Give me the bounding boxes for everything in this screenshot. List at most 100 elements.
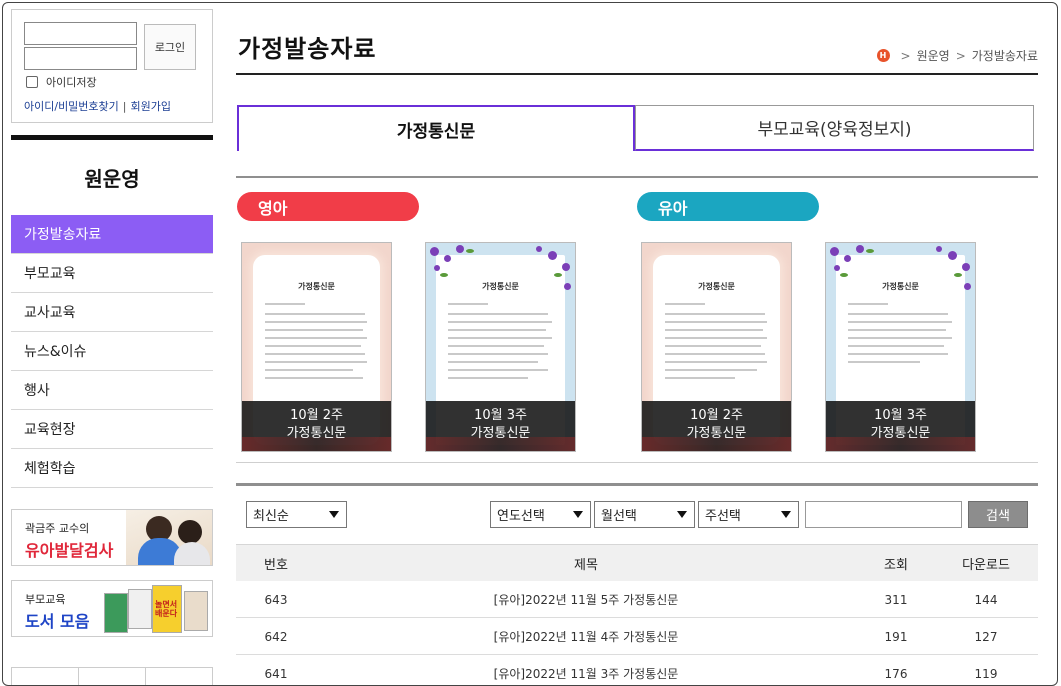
book-cover-image bbox=[128, 589, 152, 629]
card-type: 가정통신문 bbox=[470, 426, 531, 441]
thumbnail-doc-title: 가정통신문 bbox=[298, 282, 335, 291]
column-header-title: 제목 bbox=[574, 558, 598, 573]
login-links: 아이디/비밀번호찾기 | 회원가입 bbox=[24, 98, 171, 114]
table-header: 번호 제목 조회 다운로드 bbox=[236, 544, 1038, 581]
development-test-banner[interactable]: 곽금주 교수의 유아발달검사 bbox=[11, 509, 213, 566]
row-views: 176 bbox=[884, 666, 908, 681]
newsletter-card[interactable]: 가정통신문 10월 2주 가정통신문 bbox=[641, 242, 792, 452]
chevron-down-icon bbox=[573, 511, 583, 518]
card-type: 가정통신문 bbox=[870, 426, 931, 441]
sidebar-item-news[interactable]: 뉴스&이슈 bbox=[11, 332, 213, 371]
sidebar-item-education-field[interactable]: 교육현장 bbox=[11, 410, 213, 449]
card-section-divider bbox=[236, 462, 1038, 463]
card-caption: 10월 2주 가정통신문 bbox=[242, 401, 391, 451]
card-week: 10월 2주 bbox=[290, 408, 343, 423]
tab-parent-education[interactable]: 부모교육(양육정보지) bbox=[635, 105, 1034, 151]
column-header-downloads: 다운로드 bbox=[962, 558, 1010, 573]
row-downloads: 144 bbox=[974, 592, 998, 607]
password-input[interactable] bbox=[24, 47, 137, 70]
sidebar-bottom-links bbox=[11, 667, 213, 685]
month-select[interactable]: 월선택 bbox=[594, 501, 695, 528]
week-select[interactable]: 주선택 bbox=[698, 501, 799, 528]
page-frame: 로그인 아이디저장 아이디/비밀번호찾기 | 회원가입 원운영 가정발송자료 부모교… bbox=[2, 2, 1058, 686]
book-cover-image bbox=[184, 591, 208, 631]
row-views: 311 bbox=[884, 592, 908, 607]
sidebar-item-teacher-education[interactable]: 교사교육 bbox=[11, 293, 213, 332]
year-select[interactable]: 연도선택 bbox=[490, 501, 591, 528]
card-type: 가정통신문 bbox=[686, 426, 747, 441]
card-week: 10월 2주 bbox=[690, 408, 743, 423]
banner-title: 도서 모음 bbox=[25, 612, 90, 631]
row-number: 641 bbox=[264, 666, 288, 681]
row-views: 191 bbox=[884, 629, 908, 644]
sidebar-item-home-documents[interactable]: 가정발송자료 bbox=[11, 215, 213, 254]
user-id-input[interactable] bbox=[24, 22, 137, 45]
book-cover-image: 놀면서 배운다 bbox=[152, 585, 182, 633]
chevron-down-icon bbox=[677, 511, 687, 518]
year-select-value: 연도선택 bbox=[497, 509, 545, 524]
find-account-link[interactable]: 아이디/비밀번호찾기 bbox=[24, 100, 119, 113]
card-type: 가정통신문 bbox=[286, 426, 347, 441]
flower-decoration bbox=[830, 247, 839, 256]
card-caption: 10월 2주 가정통신문 bbox=[642, 401, 791, 451]
search-input[interactable] bbox=[805, 501, 962, 528]
banner-subtitle: 곽금주 교수의 bbox=[25, 522, 90, 535]
card-week: 10월 3주 bbox=[874, 408, 927, 423]
flower-decoration bbox=[430, 247, 439, 256]
link-separator: | bbox=[122, 100, 127, 113]
card-week: 10월 3주 bbox=[474, 408, 527, 423]
sort-select[interactable]: 최신순 bbox=[246, 501, 347, 528]
save-id-checkbox[interactable]: 아이디저장 bbox=[26, 74, 97, 90]
title-divider bbox=[236, 73, 1038, 75]
chevron-down-icon bbox=[329, 511, 339, 518]
main-content: 가정발송자료 H > 원운영 > 가정발송자료 가정통신문 부모교육(양육정보지… bbox=[236, 3, 1038, 685]
book-cover-image bbox=[104, 593, 128, 633]
banner-title: 유아발달검사 bbox=[25, 541, 114, 560]
sidebar-title: 원운영 bbox=[84, 167, 140, 191]
page-title: 가정발송자료 bbox=[238, 35, 377, 63]
sidebar-item-events[interactable]: 행사 bbox=[11, 371, 213, 410]
tab-home-newsletter[interactable]: 가정통신문 bbox=[237, 105, 635, 151]
banner-subtitle: 부모교육 bbox=[25, 593, 66, 606]
sort-select-value: 최신순 bbox=[253, 509, 289, 524]
sidebar-menu: 가정발송자료 부모교육 교사교육 뉴스&이슈 행사 교육현장 체험학습 bbox=[11, 215, 213, 488]
row-title-link[interactable]: [유아]2022년 11월 5주 가정통신문 bbox=[456, 581, 716, 618]
search-button[interactable]: 검색 bbox=[968, 501, 1028, 528]
card-caption: 10월 3주 가정통신문 bbox=[826, 401, 975, 451]
children-illustration bbox=[126, 510, 212, 565]
breadcrumb-separator: > bbox=[900, 48, 911, 63]
sidebar-item-parent-education[interactable]: 부모교육 bbox=[11, 254, 213, 293]
sidebar-divider bbox=[11, 135, 213, 140]
login-button[interactable]: 로그인 bbox=[144, 24, 196, 70]
row-downloads: 119 bbox=[974, 666, 998, 681]
thumbnail-doc-title: 가정통신문 bbox=[482, 282, 519, 291]
table-row[interactable]: 641 [유아]2022년 11월 3주 가정통신문 176 119 bbox=[236, 655, 1038, 685]
newsletter-card[interactable]: 가정통신문 10월 2주 가정통신문 bbox=[241, 242, 392, 452]
breadcrumb: H > 원운영 > 가정발송자료 bbox=[876, 47, 1038, 64]
breadcrumb-item[interactable]: 원운영 bbox=[917, 47, 950, 64]
home-icon[interactable]: H bbox=[876, 49, 890, 62]
row-title-link[interactable]: [유아]2022년 11월 3주 가정통신문 bbox=[456, 655, 716, 685]
tab-bar: 가정통신문 부모교육(양육정보지) bbox=[237, 105, 1034, 151]
card-caption: 10월 3주 가정통신문 bbox=[426, 401, 575, 451]
table-row[interactable]: 643 [유아]2022년 11월 5주 가정통신문 311 144 bbox=[236, 581, 1038, 618]
week-select-value: 주선택 bbox=[705, 509, 741, 524]
row-title-link[interactable]: [유아]2022년 11월 4주 가정통신문 bbox=[456, 618, 716, 655]
book-collection-banner[interactable]: 부모교육 도서 모음 놀면서 배운다 bbox=[11, 580, 213, 637]
save-id-label: 아이디저장 bbox=[46, 76, 97, 89]
month-select-value: 월선택 bbox=[601, 509, 637, 524]
newsletter-card[interactable]: 가정통신문 10월 3주 가정통신문 bbox=[425, 242, 576, 452]
newsletter-card[interactable]: 가정통신문 10월 3주 가정통신문 bbox=[825, 242, 976, 452]
column-header-number: 번호 bbox=[264, 558, 288, 573]
checkbox-icon[interactable] bbox=[26, 76, 38, 88]
breadcrumb-current: 가정발송자료 bbox=[971, 49, 1038, 63]
section-divider bbox=[236, 176, 1038, 178]
thumbnail-doc-title: 가정통신문 bbox=[698, 282, 735, 291]
join-link[interactable]: 회원가입 bbox=[131, 100, 171, 113]
table-row[interactable]: 642 [유아]2022년 11월 4주 가정통신문 191 127 bbox=[236, 618, 1038, 655]
list-section-divider bbox=[236, 483, 1038, 486]
column-header-views: 조회 bbox=[884, 558, 908, 573]
sidebar-item-field-trips[interactable]: 체험학습 bbox=[11, 449, 213, 488]
row-downloads: 127 bbox=[974, 629, 998, 644]
row-number: 643 bbox=[264, 592, 288, 607]
